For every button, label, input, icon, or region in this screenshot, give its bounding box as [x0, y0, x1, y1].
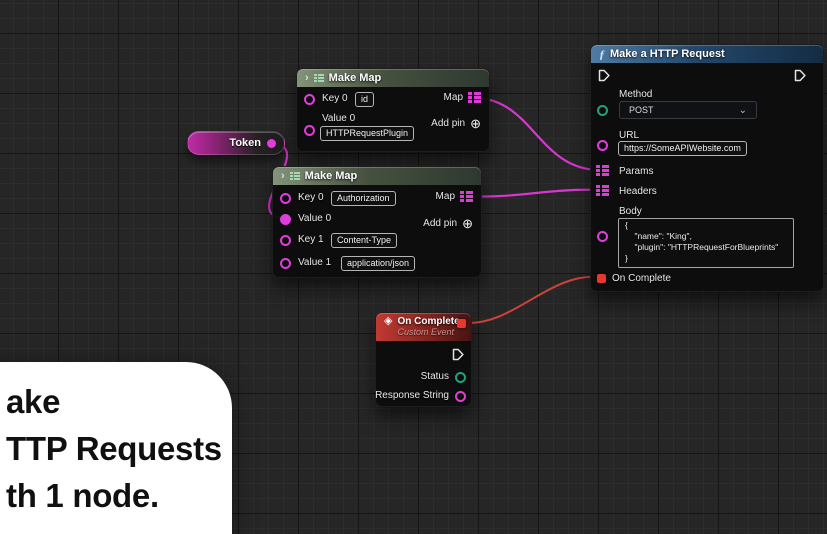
make-map-node-2[interactable]: › Make Map Key 0 Authorization Value 0 K…: [272, 166, 482, 278]
url-pin[interactable]: [597, 140, 608, 151]
caption-card: ake TTP Requests th 1 node.: [0, 362, 232, 534]
method-value: POST: [629, 105, 654, 115]
key0-label: Key 0: [298, 192, 324, 203]
custom-event-icon: ◈: [384, 315, 393, 327]
body-input[interactable]: { "name": "King", "plugin": "HTTPRequest…: [618, 218, 794, 268]
value0-label: Value 0: [298, 213, 332, 224]
map-output-label: Map: [435, 191, 455, 202]
value1-label: Value 1: [298, 257, 332, 268]
key0-label: Key 0: [322, 93, 348, 104]
circled-plus-icon[interactable]: ⊕: [462, 217, 473, 230]
wire-map2-to-headers[interactable]: [465, 188, 601, 198]
method-dropdown[interactable]: POST ⌄: [619, 101, 757, 119]
event-delegate-pin[interactable]: [457, 319, 466, 328]
node-title: Make Map: [328, 72, 382, 84]
key1-input[interactable]: Content-Type: [331, 233, 398, 248]
chevron-down-icon: ⌄: [738, 104, 747, 116]
method-label: Method: [619, 89, 653, 100]
value0-pin[interactable]: [304, 125, 315, 136]
make-map-node-1[interactable]: › Make Map Key 0 id Value 0 HTTPRequestP…: [296, 68, 490, 152]
response-string-pin[interactable]: [455, 391, 466, 402]
value0-pin[interactable]: [280, 214, 291, 225]
caption-text: ake TTP Requests th 1 node.: [6, 378, 222, 519]
exec-out-pin[interactable]: [452, 348, 465, 361]
node-header[interactable]: › Make Map: [297, 69, 489, 87]
add-pin-label: Add pin: [423, 218, 458, 229]
value1-input[interactable]: application/json: [341, 256, 416, 271]
circled-plus-icon[interactable]: ⊕: [470, 117, 481, 130]
node-header[interactable]: ƒ Make a HTTP Request: [591, 45, 823, 63]
http-request-node[interactable]: ƒ Make a HTTP Request Method POST ⌄ URL …: [590, 44, 824, 292]
key0-pin[interactable]: [280, 193, 291, 204]
body-pin[interactable]: [597, 231, 608, 242]
response-string-label: Response String: [375, 390, 449, 401]
wire-map1-to-params[interactable]: [473, 96, 601, 172]
headers-label: Headers: [619, 186, 657, 197]
on-complete-delegate-pin[interactable]: [597, 274, 606, 283]
value0-input[interactable]: HTTPRequestPlugin: [320, 126, 415, 141]
map-header-icon: [313, 73, 324, 83]
key1-pin[interactable]: [280, 235, 291, 246]
caption-line-1: ake: [6, 383, 61, 420]
on-complete-label: On Complete: [612, 273, 671, 284]
key0-input[interactable]: Authorization: [331, 191, 396, 206]
value1-pin[interactable]: [280, 258, 291, 269]
token-output-pin[interactable]: [267, 138, 276, 148]
caption-line-3: th 1 node.: [6, 477, 159, 514]
map-output-label: Map: [443, 92, 463, 103]
add-pin-label: Add pin: [431, 118, 466, 129]
status-label: Status: [420, 371, 449, 382]
body-label: Body: [619, 206, 642, 217]
headers-pin-icon[interactable]: [596, 185, 609, 196]
blueprint-canvas[interactable]: › Make Map Key 0 id Value 0 HTTPRequestP…: [0, 0, 827, 534]
status-pin[interactable]: [455, 372, 466, 383]
node-title: On Complete: [397, 316, 460, 327]
exec-in-pin[interactable]: [598, 69, 611, 82]
function-icon: ƒ: [599, 46, 605, 61]
make-map-icon: ›: [281, 170, 285, 182]
key0-input[interactable]: id: [355, 92, 375, 107]
map-pin-icon[interactable]: [468, 92, 481, 103]
params-label: Params: [619, 166, 654, 177]
url-label: URL: [619, 130, 640, 141]
node-header[interactable]: › Make Map: [273, 167, 481, 185]
node-subtitle: Custom Event: [397, 327, 454, 337]
node-title: Make a HTTP Request: [610, 48, 725, 60]
on-complete-event-node[interactable]: ◈ On Complete Custom Event Status Respon…: [375, 312, 472, 407]
node-title: Make Map: [304, 170, 358, 182]
map-output[interactable]: Map: [436, 191, 473, 202]
wire-event-to-oncomplete[interactable]: [463, 275, 600, 325]
make-map-icon: ›: [305, 72, 309, 84]
map-output[interactable]: Map: [444, 92, 481, 103]
key1-label: Key 1: [298, 234, 324, 245]
add-pin-button[interactable]: Add pin ⊕: [431, 117, 481, 130]
value0-label: Value 0: [322, 113, 356, 124]
exec-out-pin[interactable]: [794, 69, 807, 82]
key0-pin[interactable]: [304, 94, 315, 105]
map-header-icon: [289, 171, 300, 181]
caption-line-2: TTP Requests: [6, 430, 222, 467]
url-input[interactable]: https://SomeAPIWebsite.com: [618, 141, 747, 156]
map-pin-icon[interactable]: [460, 191, 473, 202]
token-label: Token: [229, 137, 261, 149]
params-pin-icon[interactable]: [596, 165, 609, 176]
method-pin[interactable]: [597, 105, 608, 116]
token-variable-node[interactable]: Token: [187, 131, 285, 155]
add-pin-button[interactable]: Add pin ⊕: [423, 217, 473, 230]
